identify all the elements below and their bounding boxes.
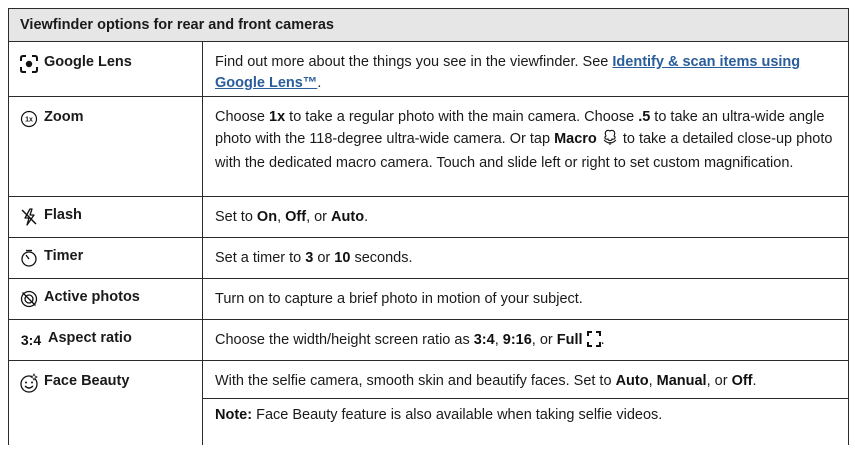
table-header: Viewfinder options for rear and front ca…: [9, 9, 848, 42]
aspect-ratio-icon: 3:4: [19, 330, 43, 350]
row-label-google-lens: Google Lens: [9, 42, 203, 96]
row-desc-google-lens: Find out more about the things you see i…: [215, 54, 801, 91]
viewfinder-options-table: Viewfinder options for rear and front ca…: [8, 8, 849, 445]
row-desc-zoom: Choose 1x to take a regular photo with t…: [215, 109, 833, 171]
full-screen-icon: [586, 331, 601, 354]
row-label-face-beauty: Face Beauty: [9, 361, 203, 445]
active-photos-off-icon: [19, 289, 39, 309]
flash-off-icon: [19, 207, 39, 227]
svg-text:3:4: 3:4: [21, 332, 41, 348]
timer-icon: [19, 248, 39, 268]
google-lens-icon: [19, 54, 39, 74]
zoom-1x-icon: 1x: [19, 109, 39, 129]
macro-flower-icon: [601, 128, 619, 153]
table-row: 1x Zoom Choose 1x to take a regular phot…: [9, 97, 848, 197]
table-row: Google Lens Find out more about the thin…: [9, 42, 848, 97]
table-row: 3:4 Aspect ratio Choose the width/height…: [9, 320, 848, 361]
row-desc-face-beauty: With the selfie camera, smooth skin and …: [203, 361, 848, 445]
face-beauty-icon: [19, 373, 39, 393]
face-beauty-note: Note: Face Beauty feature is also availa…: [203, 398, 848, 426]
table-row: Flash Set to On, Off, or Auto.: [9, 197, 848, 238]
row-desc-timer: Set a timer to 3 or 10 seconds.: [215, 250, 413, 266]
svg-text:1x: 1x: [25, 117, 33, 124]
row-label-flash: Flash: [9, 197, 203, 237]
row-desc-aspect-ratio: Choose the width/height screen ratio as …: [203, 320, 848, 360]
row-label-timer: Timer: [9, 238, 203, 278]
row-label-active-photos: Active photos: [9, 279, 203, 319]
table-row: Face Beauty With the selfie camera, smoo…: [9, 361, 848, 445]
row-label-aspect-ratio: 3:4 Aspect ratio: [9, 320, 203, 360]
row-desc-active-photos: Turn on to capture a brief photo in moti…: [215, 291, 583, 307]
row-desc-flash: Set to On, Off, or Auto.: [215, 209, 369, 225]
row-label-zoom: 1x Zoom: [9, 97, 203, 196]
table-row: Active photos Turn on to capture a brief…: [9, 279, 848, 320]
table-row: Timer Set a timer to 3 or 10 seconds.: [9, 238, 848, 279]
